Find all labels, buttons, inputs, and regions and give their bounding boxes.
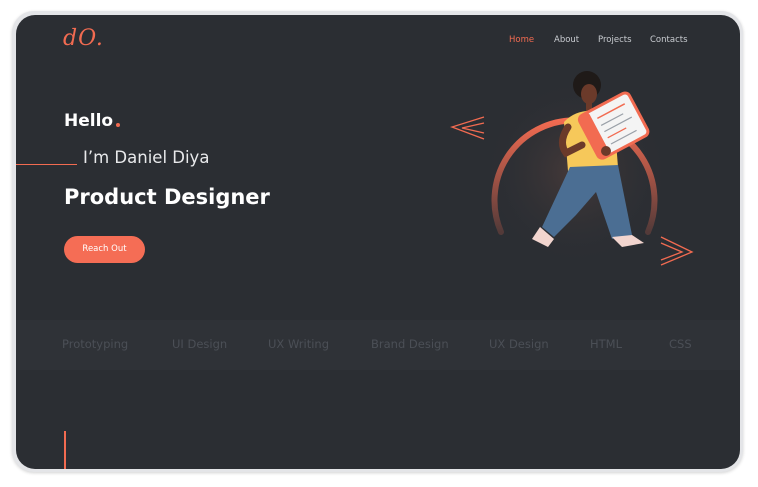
skill-item: HTML: [590, 337, 623, 351]
code-right-chevron-icon: [660, 236, 694, 266]
code-left-chevron-icon: [449, 116, 485, 140]
designer-role: Product Designer: [64, 185, 270, 209]
greeting: Hello: [64, 111, 114, 131]
nav-projects[interactable]: Projects: [598, 35, 632, 45]
portfolio-screen: dO. Home About Projects Contacts Hello I…: [16, 15, 740, 469]
scroll-accent-line: [64, 431, 66, 469]
reach-out-button[interactable]: Reach Out: [64, 236, 145, 263]
hero-illustration: [449, 71, 694, 267]
skill-item: Prototyping: [62, 337, 129, 351]
nav-contacts[interactable]: Contacts: [650, 35, 688, 45]
skill-item: CSS: [669, 337, 692, 351]
name-accent-line: [16, 164, 77, 165]
skill-item: Brand Design: [371, 337, 449, 351]
skill-item: UX Design: [489, 337, 549, 351]
designer-name: I’m Daniel Diya: [83, 148, 210, 167]
greeting-accent-dot: [116, 123, 120, 127]
logo[interactable]: dO.: [63, 26, 104, 51]
skill-item: UI Design: [172, 337, 228, 351]
skill-item: UX Writing: [268, 337, 330, 351]
nav-home[interactable]: Home: [509, 35, 534, 45]
nav-about[interactable]: About: [554, 35, 579, 45]
